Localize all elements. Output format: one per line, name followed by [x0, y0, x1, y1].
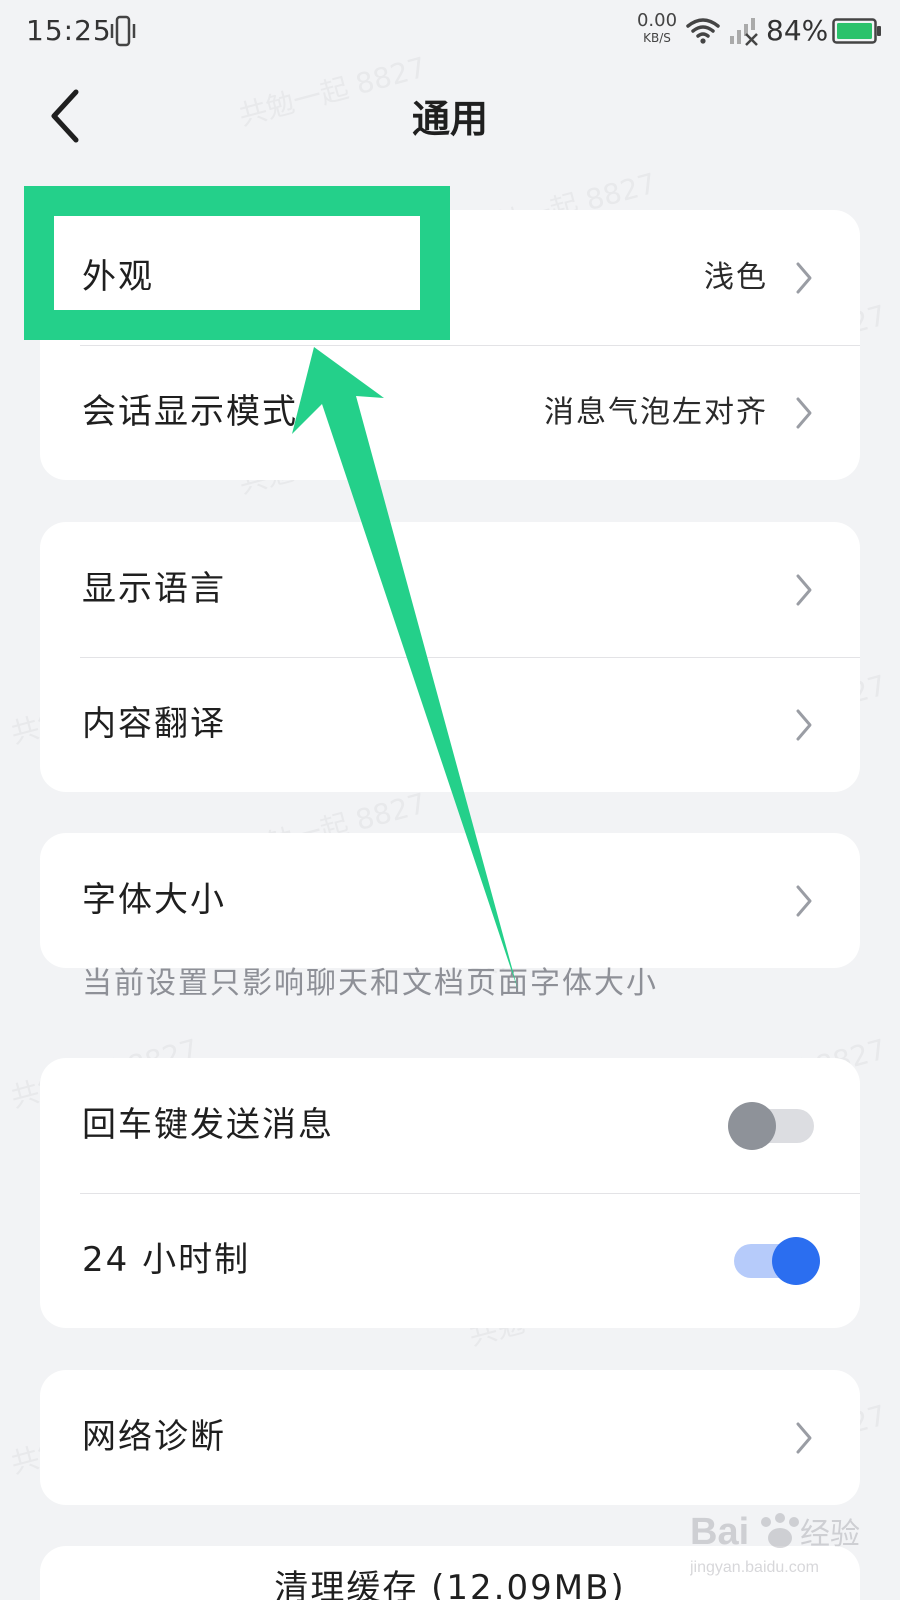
settings-group-network: 网络诊断 — [40, 1370, 860, 1505]
enter-to-send-toggle[interactable] — [728, 1100, 820, 1152]
status-time: 15:25 — [26, 14, 112, 47]
network-speed-value: 0.00 — [636, 10, 678, 31]
setting-row-content-translation[interactable]: 内容翻译 — [40, 657, 860, 792]
svg-text:经验: 经验 — [800, 1517, 860, 1552]
chevron-right-icon — [796, 574, 812, 605]
settings-group-language: 显示语言 内容翻译 — [40, 522, 860, 792]
chevron-right-icon — [796, 1422, 812, 1453]
svg-text:Bai: Bai — [690, 1511, 749, 1553]
setting-row-enter-to-send: 回车键发送消息 — [40, 1058, 860, 1193]
setting-label: 显示语言 — [82, 569, 226, 609]
svg-text:jingyan.baidu.com: jingyan.baidu.com — [690, 1559, 819, 1576]
setting-label: 24 小时制 — [82, 1240, 251, 1280]
setting-label: 内容翻译 — [82, 704, 226, 744]
baidu-paw-icon: Bai 经验 jingyan.baidu.com — [689, 1511, 860, 1576]
chevron-right-icon — [796, 397, 812, 428]
setting-row-appearance[interactable]: 外观 浅色 — [40, 210, 860, 345]
page-title: 通用 — [411, 97, 488, 141]
setting-value: 浅色 — [704, 260, 768, 295]
setting-label: 字体大小 — [82, 880, 226, 920]
nav-bar: 通用 — [0, 64, 900, 168]
setting-row-network-diagnosis[interactable]: 网络诊断 — [40, 1370, 860, 1505]
chevron-right-icon — [796, 885, 812, 916]
network-speed-unit: KB/S — [643, 31, 671, 45]
setting-value: 消息气泡左对齐 — [544, 395, 768, 430]
setting-row-font-size[interactable]: 字体大小 — [40, 833, 860, 968]
24-hour-toggle[interactable] — [728, 1235, 820, 1287]
battery-icon — [832, 18, 881, 44]
wifi-icon — [686, 18, 720, 44]
baidu-jingyan-logo: Bai 经验 jingyan.baidu.com — [689, 1504, 870, 1582]
settings-group-toggles: 回车键发送消息 24 小时制 — [40, 1058, 860, 1328]
chevron-right-icon — [796, 262, 812, 293]
setting-row-chat-display-mode[interactable]: 会话显示模式 消息气泡左对齐 — [40, 345, 860, 480]
setting-label: 外观 — [82, 257, 154, 297]
vibrate-icon — [110, 15, 136, 47]
battery-percent: 84% — [766, 14, 829, 47]
font-size-hint: 当前设置只影响聊天和文档页面字体大小 — [82, 966, 658, 1001]
signal-no-sim-icon — [730, 18, 758, 46]
network-speed: 0.00 KB/S — [636, 10, 678, 45]
settings-group-display: 外观 浅色 会话显示模式 消息气泡左对齐 — [40, 210, 860, 480]
setting-row-display-language[interactable]: 显示语言 — [40, 522, 860, 657]
setting-label: 网络诊断 — [82, 1417, 226, 1457]
settings-group-font: 字体大小 — [40, 833, 860, 968]
chevron-right-icon — [796, 709, 812, 740]
setting-label: 回车键发送消息 — [82, 1105, 334, 1145]
setting-row-24-hour: 24 小时制 — [40, 1193, 860, 1328]
status-bar: 15:25 0.00 KB/S 84% — [0, 0, 900, 64]
setting-label: 会话显示模式 — [82, 392, 298, 432]
